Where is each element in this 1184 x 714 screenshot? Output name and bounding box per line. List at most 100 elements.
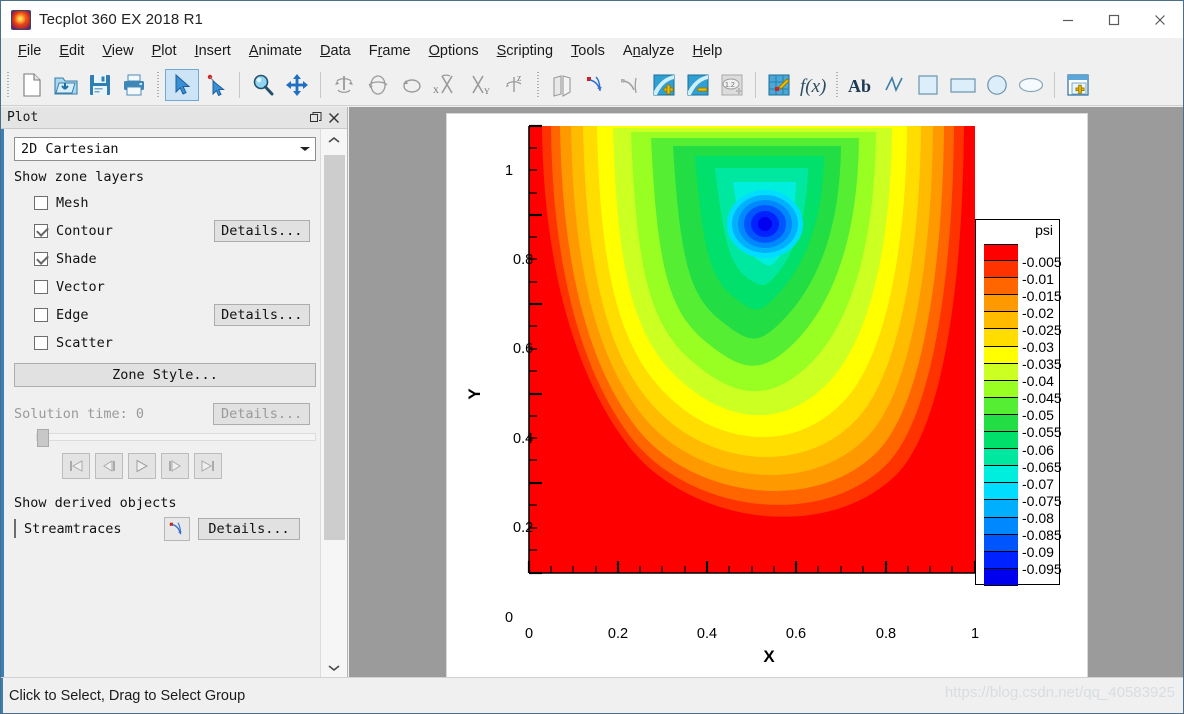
svg-text:Y: Y: [484, 87, 490, 96]
scroll-up-icon[interactable]: [321, 129, 347, 151]
rotate-spherical-icon[interactable]: [327, 69, 361, 101]
plot-type-dropdown[interactable]: 2D Cartesian: [14, 137, 316, 161]
x-axis-title: X: [763, 647, 775, 666]
contour-label-icon[interactable]: 1.2: [715, 69, 749, 101]
menu-options[interactable]: Options: [420, 41, 488, 61]
minimize-button[interactable]: [1045, 1, 1091, 38]
x-tick-label-0: 0: [524, 626, 534, 642]
legend-label: -0.035: [1022, 356, 1062, 373]
close-icon[interactable]: [325, 109, 343, 127]
close-button[interactable]: [1137, 1, 1183, 38]
contour-legend[interactable]: psi -0.005 -0.01 -0.015 -0.02 -0.025 -0.03 -0.…: [975, 219, 1062, 586]
workspace[interactable]: 1 0.8 0.6 0.4 0.2 0 0 0.2 0.4 0.6 0.8 1 …: [349, 107, 1183, 683]
menu-tools[interactable]: Tools: [562, 41, 614, 61]
skip-end-icon[interactable]: [194, 453, 222, 479]
contour-details-button[interactable]: Details...: [213, 220, 310, 242]
slice-icon[interactable]: [545, 69, 579, 101]
menu-frame[interactable]: Frame: [360, 41, 420, 61]
checkbox-streamtraces[interactable]: Streamtraces: [14, 519, 164, 538]
menu-plot[interactable]: Plot: [143, 41, 186, 61]
menu-edit[interactable]: Edit: [50, 41, 93, 61]
rotate-x-icon[interactable]: X: [429, 69, 463, 101]
polyline-icon[interactable]: [878, 69, 912, 101]
legend-swatch: [984, 517, 1018, 535]
menu-file[interactable]: File: [9, 41, 50, 61]
probe-icon[interactable]: [762, 69, 796, 101]
menu-help[interactable]: Help: [684, 41, 732, 61]
legend-swatch: [984, 466, 1018, 484]
toolbar-grip-4[interactable]: [833, 71, 842, 98]
vector-label: Vector: [56, 279, 105, 295]
menu-animate[interactable]: Animate: [240, 41, 311, 61]
legend-swatch: [984, 312, 1018, 330]
toolbar-grip-2[interactable]: [154, 71, 163, 98]
streamtrace-tool-icon[interactable]: [164, 517, 190, 541]
menu-analyze[interactable]: Analyze: [614, 41, 684, 61]
legend-swatch: [984, 363, 1018, 381]
print-icon[interactable]: [117, 69, 151, 101]
translate-move-icon[interactable]: [280, 69, 314, 101]
rectangle-icon[interactable]: [946, 69, 980, 101]
adjuster-arrow-icon[interactable]: [199, 69, 233, 101]
step-forward-icon[interactable]: [161, 453, 189, 479]
solution-time-details-button[interactable]: Details...: [213, 403, 310, 425]
toolbar-grip[interactable]: [4, 71, 13, 98]
edge-label: Edge: [56, 307, 89, 323]
save-icon[interactable]: [83, 69, 117, 101]
contour-plot[interactable]: 1 0.8 0.6 0.4 0.2 0 0 0.2 0.4 0.6 0.8 1 …: [447, 114, 1089, 684]
checkbox-vector[interactable]: Vector: [34, 279, 224, 295]
menu-data[interactable]: Data: [311, 41, 360, 61]
legend-swatch: [984, 551, 1018, 569]
zoom-magnifier-icon[interactable]: [246, 69, 280, 101]
streamtrace-icon[interactable]: [613, 69, 647, 101]
step-back-icon[interactable]: [95, 453, 123, 479]
checkbox-mesh[interactable]: Mesh: [34, 195, 224, 211]
streamtraces-checkbox-box: [14, 519, 16, 538]
toolbar-grip-3[interactable]: [534, 71, 543, 98]
square-icon[interactable]: [912, 69, 946, 101]
text-ab-icon[interactable]: Ab: [844, 69, 878, 101]
contour-remove-icon[interactable]: [681, 69, 715, 101]
solution-time-slider-thumb[interactable]: [37, 429, 49, 447]
legend-label: -0.075: [1022, 492, 1062, 509]
edge-details-button[interactable]: Details...: [213, 304, 310, 326]
streamtrace-add-icon[interactable]: [579, 69, 613, 101]
streamtraces-details-button[interactable]: Details...: [198, 518, 300, 540]
rotate-y-icon[interactable]: Y: [463, 69, 497, 101]
checkbox-scatter[interactable]: Scatter: [34, 335, 224, 351]
main-toolbar: X Y Z 1.2 f(x) Ab: [1, 64, 1183, 106]
contour-add-icon[interactable]: [647, 69, 681, 101]
checkbox-contour[interactable]: Contour: [34, 223, 214, 239]
checkbox-shade[interactable]: Shade: [34, 251, 224, 267]
rotate-z-icon[interactable]: Z: [497, 69, 531, 101]
zone-style-button[interactable]: Zone Style...: [14, 363, 316, 387]
solution-time-slider[interactable]: [36, 429, 316, 447]
select-arrow-icon[interactable]: [165, 68, 199, 101]
menu-view[interactable]: View: [93, 41, 142, 61]
rotate-roller-icon[interactable]: [361, 69, 395, 101]
skip-start-icon[interactable]: [62, 453, 90, 479]
show-derived-objects-label: Show derived objects: [14, 495, 177, 511]
circle-icon[interactable]: [980, 69, 1014, 101]
open-folder-icon[interactable]: [49, 69, 83, 101]
rotate-twist-icon[interactable]: [395, 69, 429, 101]
legend-swatch: [984, 244, 1018, 262]
legend-label: -0.055: [1022, 424, 1062, 441]
maximize-button[interactable]: [1091, 1, 1137, 38]
plot-paper[interactable]: 1 0.8 0.6 0.4 0.2 0 0 0.2 0.4 0.6 0.8 1 …: [446, 113, 1088, 683]
menu-scripting[interactable]: Scripting: [488, 41, 562, 61]
plot-type-value: 2D Cartesian: [21, 141, 119, 157]
play-icon[interactable]: [128, 453, 156, 479]
menu-insert[interactable]: Insert: [186, 41, 240, 61]
undock-icon[interactable]: [307, 109, 325, 127]
equation-fx-icon[interactable]: f(x): [796, 69, 830, 101]
sidebar-scrollbar[interactable]: [320, 129, 347, 679]
checkbox-edge[interactable]: Edge: [34, 307, 214, 323]
legend-swatch: [984, 568, 1018, 586]
ellipse-icon[interactable]: [1014, 69, 1048, 101]
new-file-icon[interactable]: [15, 69, 49, 101]
scrollbar-thumb[interactable]: [324, 155, 345, 540]
new-frame-icon[interactable]: [1061, 69, 1095, 101]
legend-swatch: [984, 278, 1018, 296]
scroll-down-icon[interactable]: [321, 657, 347, 679]
